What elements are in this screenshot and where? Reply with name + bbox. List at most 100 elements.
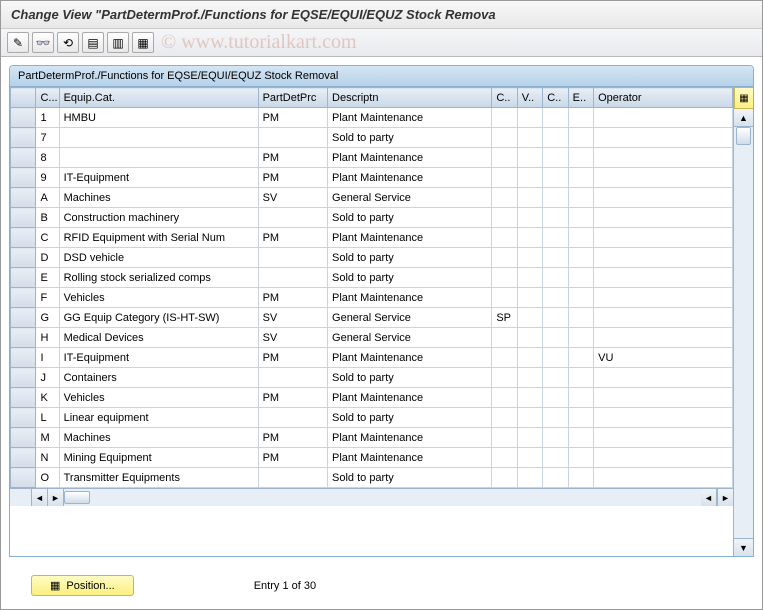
cell-c2[interactable] — [543, 348, 568, 368]
cell-op[interactable] — [594, 108, 733, 128]
row-selector[interactable] — [11, 328, 36, 348]
cell-pd[interactable] — [258, 208, 327, 228]
cell-op[interactable] — [594, 188, 733, 208]
table-row[interactable]: LLinear equipmentSold to party — [11, 408, 733, 428]
cell-pd[interactable] — [258, 468, 327, 488]
table-row[interactable]: MMachinesPMPlant Maintenance — [11, 428, 733, 448]
cell-equip[interactable]: Construction machinery — [59, 208, 258, 228]
table-row[interactable]: CRFID Equipment with Serial NumPMPlant M… — [11, 228, 733, 248]
cell-desc[interactable]: Plant Maintenance — [328, 228, 492, 248]
cell-v[interactable] — [517, 448, 542, 468]
cell-desc[interactable]: Plant Maintenance — [328, 448, 492, 468]
cell-c1[interactable] — [492, 388, 517, 408]
cell-equip[interactable]: RFID Equipment with Serial Num — [59, 228, 258, 248]
cell-c1[interactable] — [492, 208, 517, 228]
cell-v[interactable] — [517, 408, 542, 428]
table-row[interactable]: ERolling stock serialized compsSold to p… — [11, 268, 733, 288]
cell-c2[interactable] — [543, 248, 568, 268]
cell-c2[interactable] — [543, 168, 568, 188]
cell-c[interactable]: B — [36, 208, 59, 228]
table-row[interactable]: GGG Equip Category (IS-HT-SW)SVGeneral S… — [11, 308, 733, 328]
cell-c1[interactable] — [492, 188, 517, 208]
cell-c1[interactable] — [492, 248, 517, 268]
cell-c1[interactable] — [492, 168, 517, 188]
table-row[interactable]: OTransmitter EquipmentsSold to party — [11, 468, 733, 488]
cell-e[interactable] — [568, 448, 593, 468]
cell-equip[interactable]: Transmitter Equipments — [59, 468, 258, 488]
cell-desc[interactable]: Sold to party — [328, 248, 492, 268]
cell-e[interactable] — [568, 248, 593, 268]
cell-op[interactable] — [594, 128, 733, 148]
cell-c2[interactable] — [543, 388, 568, 408]
cell-op[interactable] — [594, 428, 733, 448]
scroll-left-icon[interactable]: ◄ — [32, 489, 48, 506]
cell-c[interactable]: 9 — [36, 168, 59, 188]
cell-c1[interactable] — [492, 408, 517, 428]
cell-e[interactable] — [568, 388, 593, 408]
cell-equip[interactable]: HMBU — [59, 108, 258, 128]
cell-c1[interactable] — [492, 268, 517, 288]
cell-e[interactable] — [568, 268, 593, 288]
cell-equip[interactable] — [59, 148, 258, 168]
vscroll-thumb[interactable] — [736, 127, 751, 145]
cell-desc[interactable]: Plant Maintenance — [328, 388, 492, 408]
row-selector[interactable] — [11, 348, 36, 368]
cell-equip[interactable]: Containers — [59, 368, 258, 388]
cell-desc[interactable]: Plant Maintenance — [328, 148, 492, 168]
cell-pd[interactable]: PM — [258, 148, 327, 168]
cell-e[interactable] — [568, 168, 593, 188]
cell-c1[interactable] — [492, 108, 517, 128]
cell-c1[interactable] — [492, 288, 517, 308]
cell-c2[interactable] — [543, 188, 568, 208]
cell-v[interactable] — [517, 268, 542, 288]
table-row[interactable]: 8PMPlant Maintenance — [11, 148, 733, 168]
cell-c2[interactable] — [543, 228, 568, 248]
row-selector[interactable] — [11, 128, 36, 148]
cell-c2[interactable] — [543, 468, 568, 488]
table-row[interactable]: 1HMBUPMPlant Maintenance — [11, 108, 733, 128]
cell-v[interactable] — [517, 368, 542, 388]
cell-e[interactable] — [568, 188, 593, 208]
row-selector[interactable] — [11, 448, 36, 468]
cell-c2[interactable] — [543, 108, 568, 128]
cell-e[interactable] — [568, 208, 593, 228]
cell-v[interactable] — [517, 248, 542, 268]
cell-e[interactable] — [568, 328, 593, 348]
cell-c1[interactable] — [492, 368, 517, 388]
scroll-right-icon[interactable]: ► — [48, 489, 64, 506]
cell-desc[interactable]: Plant Maintenance — [328, 428, 492, 448]
cell-equip[interactable]: Medical Devices — [59, 328, 258, 348]
cell-desc[interactable]: General Service — [328, 188, 492, 208]
cell-e[interactable] — [568, 408, 593, 428]
cell-op[interactable] — [594, 388, 733, 408]
cell-pd[interactable]: PM — [258, 428, 327, 448]
cell-c1[interactable] — [492, 428, 517, 448]
cell-equip[interactable]: Machines — [59, 188, 258, 208]
cell-c[interactable]: 1 — [36, 108, 59, 128]
cell-op[interactable] — [594, 308, 733, 328]
cell-equip[interactable]: IT-Equipment — [59, 168, 258, 188]
pencil-icon[interactable]: ✎ — [7, 32, 29, 53]
cell-c[interactable]: F — [36, 288, 59, 308]
cell-e[interactable] — [568, 428, 593, 448]
cell-c[interactable]: I — [36, 348, 59, 368]
cell-c[interactable]: O — [36, 468, 59, 488]
cell-c[interactable]: 7 — [36, 128, 59, 148]
cell-c1[interactable] — [492, 128, 517, 148]
data-grid[interactable]: C... Equip.Cat. PartDetPrc Descriptn C..… — [10, 87, 733, 488]
vertical-scrollbar[interactable]: ▦ ▲ ▼ — [733, 87, 753, 556]
cell-op[interactable] — [594, 268, 733, 288]
col-c0[interactable]: C... — [36, 88, 59, 108]
cell-pd[interactable] — [258, 128, 327, 148]
cell-equip[interactable]: Vehicles — [59, 288, 258, 308]
cell-pd[interactable]: PM — [258, 108, 327, 128]
cell-op[interactable]: VU — [594, 348, 733, 368]
scroll-left2-icon[interactable]: ◄ — [701, 489, 717, 506]
cell-c[interactable]: G — [36, 308, 59, 328]
row-selector[interactable] — [11, 468, 36, 488]
cell-equip[interactable] — [59, 128, 258, 148]
cell-v[interactable] — [517, 328, 542, 348]
cell-e[interactable] — [568, 108, 593, 128]
cell-desc[interactable]: Sold to party — [328, 268, 492, 288]
cell-c2[interactable] — [543, 288, 568, 308]
